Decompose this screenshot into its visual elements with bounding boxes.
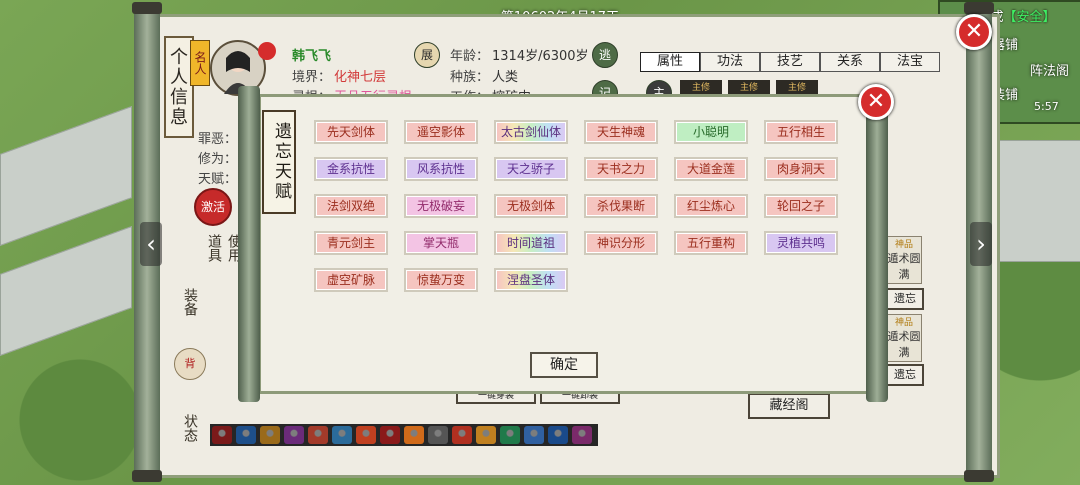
talent-chip[interactable]: 杀伐果断 [584, 194, 658, 218]
talent-chip[interactable]: 涅盘圣体 [494, 268, 568, 292]
status-effect-icon[interactable] [404, 426, 424, 444]
talent-chip[interactable]: 法剑双绝 [314, 194, 388, 218]
status-effect-icon[interactable] [428, 426, 448, 444]
talent-chip[interactable]: 太古剑仙体 [494, 120, 568, 144]
tab-treasures[interactable]: 法宝 [880, 52, 940, 72]
talent-chip[interactable]: 小聪明 [674, 120, 748, 144]
technique-card[interactable]: 神品 遁术圆满 [886, 314, 922, 362]
dialog-title: 遗忘天赋 [262, 110, 296, 214]
rod-cap [964, 470, 994, 482]
talent-chip[interactable]: 时间道祖 [494, 231, 568, 255]
rod-cap [132, 470, 162, 482]
sin-label: 罪恶： [198, 132, 238, 147]
talent-chip[interactable]: 五行重构 [674, 231, 748, 255]
technique-card[interactable]: 神品 遁术圆满 [886, 236, 922, 284]
status-effect-icon[interactable] [476, 426, 496, 444]
modal-rod-left [238, 86, 260, 402]
talent-chip[interactable]: 天生神魂 [584, 120, 658, 144]
status-effects-bar [210, 424, 598, 446]
status-effect-icon[interactable] [548, 426, 568, 444]
status-effect-icon[interactable] [452, 426, 472, 444]
race-value: 人类 [492, 70, 519, 85]
rod-cap [132, 2, 162, 14]
talent-chip[interactable]: 神识分形 [584, 231, 658, 255]
status-effect-icon[interactable] [356, 426, 376, 444]
travel-button[interactable]: 逃 [592, 42, 618, 68]
technique-name: 遁术圆满 [887, 330, 921, 359]
character-name: 韩飞飞 [292, 49, 332, 64]
status-effect-icon[interactable] [284, 426, 304, 444]
modal-rod-right [866, 86, 888, 402]
carry-icon[interactable]: 背 [174, 348, 206, 380]
talent-chip[interactable]: 大道金莲 [674, 157, 748, 181]
status-effect-icon[interactable] [572, 426, 592, 444]
equip-tab[interactable]: 装备 [180, 288, 200, 322]
talent-chip[interactable]: 虚空矿脉 [314, 268, 388, 292]
talent-chip[interactable]: 轮回之子 [764, 194, 838, 218]
realm-label: 境界： [292, 70, 332, 85]
safety-status: 【安全】 [1003, 10, 1056, 25]
technique-name: 遁术圆满 [887, 252, 921, 281]
talent-chip[interactable]: 金系抗性 [314, 157, 388, 181]
status-effect-icon[interactable] [260, 426, 280, 444]
status-effect-icon[interactable] [236, 426, 256, 444]
library-button[interactable]: 藏经阁 [748, 393, 830, 419]
tab-attributes[interactable]: 属性 [640, 52, 700, 72]
forget-button[interactable]: 遗忘 [886, 288, 924, 310]
status-effect-icon[interactable] [500, 426, 520, 444]
status-effect-icon[interactable] [332, 426, 352, 444]
talent-chip[interactable]: 掌天瓶 [404, 231, 478, 255]
talent-chip[interactable]: 遥空影体 [404, 120, 478, 144]
minimap-time: 5:57 [1034, 100, 1059, 113]
confirm-button[interactable]: 确定 [530, 352, 598, 378]
talent-chip[interactable]: 五行相生 [764, 120, 838, 144]
prev-arrow-icon[interactable]: ‹ [140, 222, 162, 266]
next-arrow-icon[interactable]: › [970, 222, 992, 266]
talent-chip[interactable]: 无极破妄 [404, 194, 478, 218]
realm-value: 化神七层 [334, 70, 387, 85]
age-value: 1314岁/6300岁 [492, 49, 589, 64]
minimap-label-array[interactable]: 阵法阁 [1030, 60, 1069, 79]
status-effect-icon[interactable] [308, 426, 328, 444]
expand-button[interactable]: 展 [414, 42, 440, 68]
talent-chip[interactable]: 天书之力 [584, 157, 658, 181]
status-effect-icon[interactable] [524, 426, 544, 444]
talent-chip[interactable]: 天之骄子 [494, 157, 568, 181]
status-effect-icon[interactable] [212, 426, 232, 444]
talent-chip[interactable]: 红尘炼心 [674, 194, 748, 218]
technique-grade: 神品 [894, 240, 913, 250]
talent-chip[interactable]: 灵植共鸣 [764, 231, 838, 255]
status-effect-icon[interactable] [380, 426, 400, 444]
talent-chip[interactable]: 风系抗性 [404, 157, 478, 181]
race-label: 种族： [450, 70, 490, 85]
talent-chip[interactable]: 肉身洞天 [764, 157, 838, 181]
brush-icon[interactable] [258, 42, 276, 60]
activate-button[interactable]: 激活 [194, 188, 232, 226]
forget-button[interactable]: 遗忘 [886, 364, 924, 386]
close-panel-icon[interactable]: ✕ [956, 14, 992, 50]
name-badge: 名人 [190, 40, 210, 86]
talent-chip[interactable]: 惊蛰万变 [404, 268, 478, 292]
technique-grade: 神品 [894, 318, 913, 328]
age-label: 年龄： [450, 49, 490, 64]
tab-techniques[interactable]: 功法 [700, 52, 760, 72]
talent-chip[interactable]: 青元剑主 [314, 231, 388, 255]
status-tab[interactable]: 状态 [180, 414, 200, 448]
rod-cap [964, 2, 994, 14]
close-dialog-icon[interactable]: ✕ [858, 84, 894, 120]
tab-skills[interactable]: 技艺 [760, 52, 820, 72]
talent-label: 天赋： [198, 172, 238, 187]
cultivation-label: 修为： [198, 152, 238, 167]
talent-chip[interactable]: 先天剑体 [314, 120, 388, 144]
tab-relations[interactable]: 关系 [820, 52, 880, 72]
talent-chip[interactable]: 无极剑体 [494, 194, 568, 218]
